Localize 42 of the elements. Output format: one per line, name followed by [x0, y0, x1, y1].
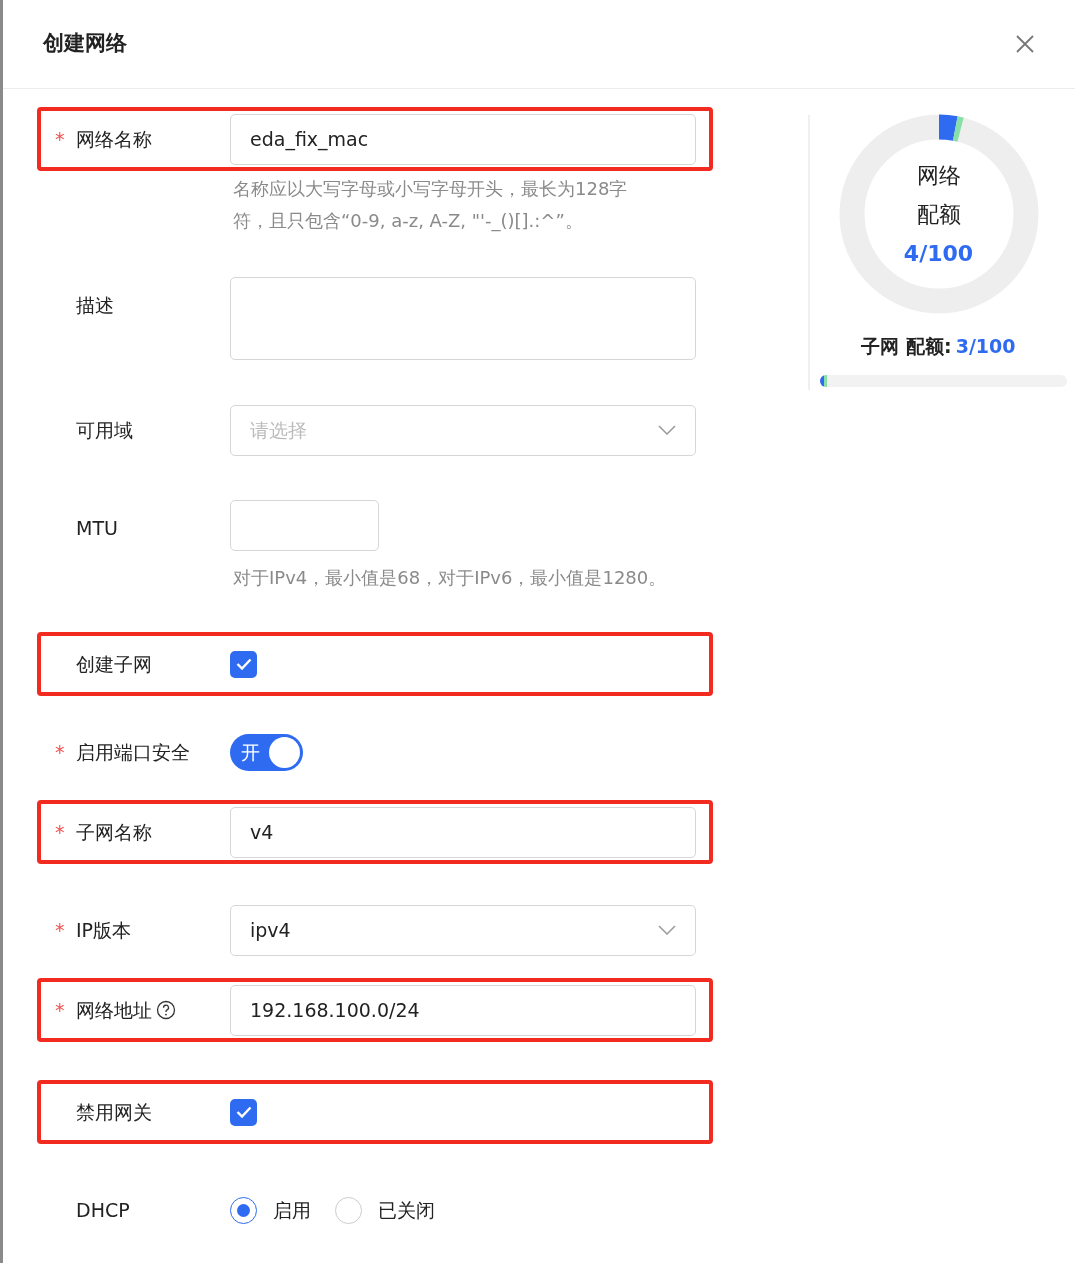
field-label: 子网名称: [76, 819, 152, 845]
field-label: IP版本: [76, 917, 132, 943]
required-asterisk: *: [55, 997, 66, 1023]
quota-title: 配额: [916, 200, 961, 229]
field-label: 描述: [76, 293, 114, 318]
toggle-switch[interactable]: 开: [230, 733, 303, 771]
close-button[interactable]: [1015, 34, 1035, 54]
quota-title: 网络: [916, 161, 961, 190]
text-field[interactable]: v4: [230, 806, 696, 858]
chevron-down-icon: [658, 425, 676, 435]
checkbox[interactable]: [230, 650, 257, 678]
quota-reading: 3/100: [955, 334, 1016, 359]
close-icon: [1015, 34, 1035, 54]
description-field[interactable]: [230, 277, 696, 360]
check-icon: [235, 1106, 252, 1118]
field-label: 创建子网: [76, 651, 152, 677]
required-asterisk: *: [55, 819, 66, 845]
quota-label: 子网 配额:: [861, 334, 952, 359]
field-label: MTU: [76, 516, 118, 541]
mtu-field[interactable]: [230, 500, 379, 551]
checkbox[interactable]: [230, 1098, 257, 1126]
check-icon: [235, 658, 252, 670]
hint-text: 名称应以大写字母或小写字母开头，最长为128字: [233, 177, 629, 201]
field-label: 网络名称: [76, 126, 152, 152]
required-asterisk: *: [55, 126, 66, 152]
quota-reading: 4/100: [903, 239, 974, 268]
field-label: 网络地址: [76, 997, 152, 1023]
field-label: 可用域: [76, 417, 133, 443]
required-asterisk: *: [55, 917, 66, 943]
select-field[interactable]: ipv4: [230, 904, 696, 956]
radio-option[interactable]: 已关闭: [335, 1195, 435, 1225]
chevron-down-icon: [658, 925, 676, 935]
field-label: DHCP: [76, 1197, 130, 1223]
required-asterisk: *: [55, 739, 66, 765]
hint-text: 对于IPv4，最小值是68，对于IPv6，最小值是1280。: [233, 566, 668, 590]
dialog-title: 创建网络: [43, 30, 127, 58]
field-label: 禁用网关: [76, 1099, 152, 1125]
field-label: 启用端口安全: [76, 739, 190, 765]
radio-option[interactable]: 启用: [230, 1195, 311, 1225]
text-field[interactable]: eda_fix_mac: [230, 113, 696, 165]
text-field[interactable]: 192.168.100.0/24: [230, 984, 696, 1036]
hint-text: 符，且只包含“0-9, a-z, A-Z, "'-_()[].:^”。: [233, 209, 584, 234]
